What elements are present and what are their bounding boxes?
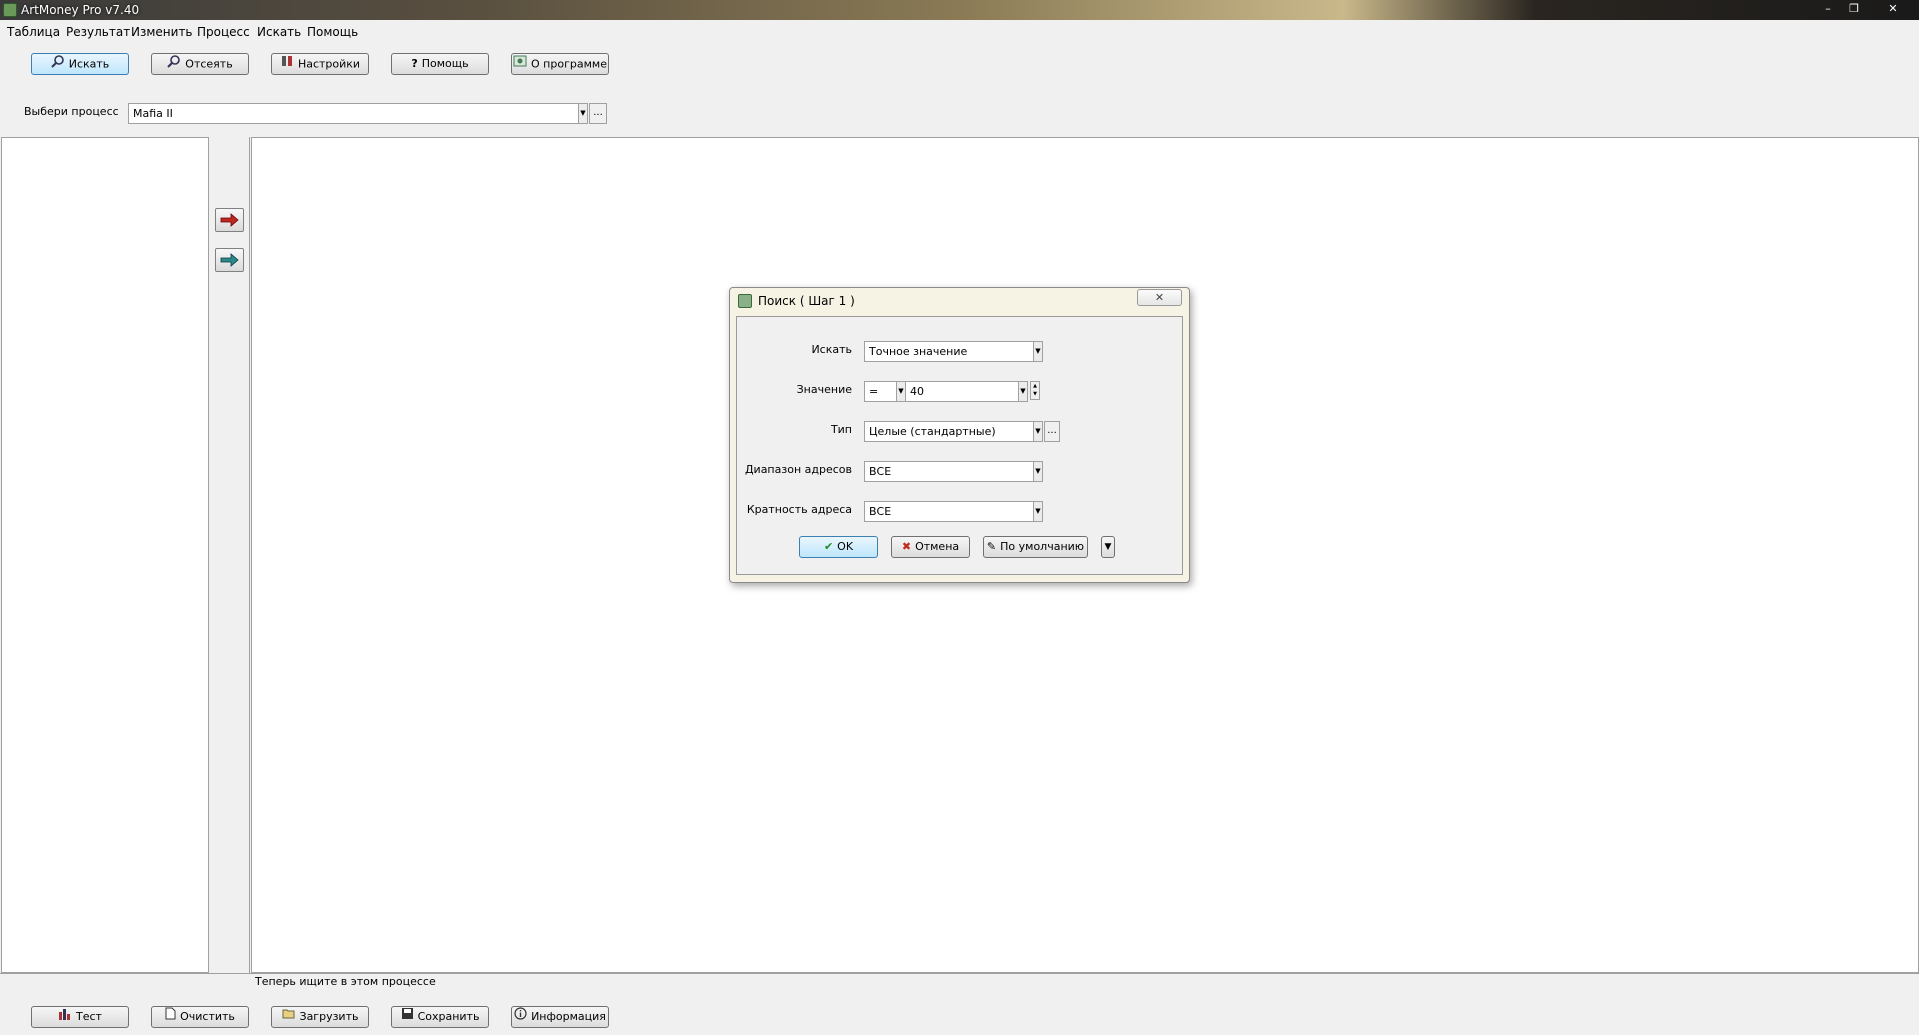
menu-search[interactable]: Искать — [257, 24, 301, 40]
red-arrow-right-icon — [220, 213, 239, 227]
menu-process[interactable]: Процесс — [197, 24, 250, 40]
value-label: Значение — [796, 383, 852, 396]
cancel-button-label: Отмена — [915, 540, 960, 553]
type-value: Целые (стандартные) — [869, 425, 996, 438]
address-range-select[interactable]: ВСЕ ▼ — [864, 461, 1043, 482]
move-right-button[interactable] — [215, 208, 244, 232]
type-select[interactable]: Целые (стандартные) ▼ — [864, 421, 1043, 442]
about-button-label: О программе — [531, 57, 607, 71]
filter-search-icon — [167, 54, 181, 75]
move-all-right-button[interactable] — [215, 248, 244, 272]
settings-button-label: Настройки — [297, 57, 361, 71]
help-button[interactable]: ? Помощь — [391, 53, 489, 75]
minimize-button[interactable]: – — [1817, 1, 1839, 17]
chart-icon — [58, 1007, 72, 1027]
chevron-down-icon: ▼ — [1104, 542, 1112, 552]
clear-button-label: Очистить — [180, 1010, 235, 1023]
menu-table[interactable]: Таблица — [7, 24, 60, 40]
dialog-app-icon — [738, 294, 752, 308]
chevron-down-icon: ▼ — [1033, 342, 1042, 361]
brush-icon: ✎ — [986, 540, 997, 553]
help-button-label: Помощь — [421, 57, 469, 70]
ok-button[interactable]: ✔ OK — [799, 536, 878, 558]
info-icon — [514, 1007, 527, 1027]
open-folder-icon — [282, 1007, 296, 1027]
chevron-down-icon: ▼ — [1033, 422, 1042, 441]
info-button[interactable]: Информация — [511, 1006, 609, 1028]
chevron-down-icon: ▼ — [1033, 502, 1042, 521]
address-range-label: Диапазон адресов — [744, 463, 852, 476]
cross-icon: ✖ — [901, 540, 912, 553]
floppy-disk-icon — [401, 1007, 414, 1027]
maximize-button[interactable]: ❐ — [1843, 1, 1865, 17]
search-mode-label: Искать — [811, 343, 852, 356]
about-icon — [513, 54, 527, 75]
load-button-label: Загрузить — [299, 1010, 359, 1023]
value-input[interactable]: 40 ▼ — [905, 381, 1028, 402]
address-list-panel[interactable] — [1, 137, 209, 973]
chevron-down-icon: ▼ — [896, 382, 905, 401]
about-button[interactable]: О программе — [511, 53, 609, 75]
chevron-down-icon: ▼ — [1018, 382, 1027, 401]
clear-button[interactable]: Очистить — [151, 1006, 249, 1028]
search-icon — [51, 54, 65, 75]
load-button[interactable]: Загрузить — [271, 1006, 369, 1028]
blank-page-icon — [165, 1007, 176, 1027]
address-alignment-select[interactable]: ВСЕ ▼ — [864, 501, 1043, 522]
value-spinner[interactable]: ▲ ▼ — [1030, 381, 1040, 400]
more-options-button[interactable]: ▼ — [1101, 536, 1115, 558]
settings-button[interactable]: Настройки — [271, 53, 369, 75]
close-window-button[interactable]: ✕ — [1882, 1, 1904, 17]
operator-value: = — [869, 385, 879, 398]
type-label: Тип — [830, 423, 852, 436]
question-icon: ? — [411, 57, 418, 70]
dialog-title: Поиск ( Шаг 1 ) — [758, 294, 855, 308]
search-button[interactable]: Искать — [31, 53, 129, 75]
title-bar — [0, 0, 1919, 20]
search-mode-select[interactable]: Точное значение ▼ — [864, 341, 1043, 362]
address-alignment-value: ВСЕ — [869, 505, 892, 518]
teal-arrow-right-icon — [220, 253, 239, 267]
default-button[interactable]: ✎ По умолчанию — [983, 536, 1088, 558]
chevron-down-icon: ▼ — [578, 104, 587, 123]
save-button[interactable]: Сохранить — [391, 1006, 489, 1028]
process-select[interactable]: Mafia II ▼ — [128, 103, 588, 124]
status-text: Теперь ищите в этом процессе — [255, 975, 436, 988]
operator-select[interactable]: = ▼ — [864, 381, 906, 402]
filter-button[interactable]: Отсеять — [151, 53, 249, 75]
chevron-down-icon: ▼ — [1033, 462, 1042, 481]
test-button-label: Тест — [76, 1010, 102, 1023]
menu-help[interactable]: Помощь — [307, 24, 358, 40]
search-button-label: Искать — [68, 57, 110, 71]
save-button-label: Сохранить — [417, 1010, 480, 1023]
process-label: Выбери процесс — [24, 105, 119, 118]
filter-button-label: Отсеять — [185, 57, 233, 71]
type-more-button[interactable]: ... — [1044, 421, 1060, 442]
ok-button-label: OK — [837, 540, 854, 553]
window-title: ArtMoney Pro v7.40 — [21, 3, 140, 17]
tools-icon — [280, 54, 294, 75]
address-alignment-label: Кратность адреса — [746, 503, 852, 516]
cancel-button[interactable]: ✖ Отмена — [891, 536, 970, 558]
process-browse-button[interactable]: ... — [589, 103, 607, 124]
value-input-text: 40 — [910, 385, 924, 398]
menu-edit[interactable]: Изменить — [131, 24, 193, 40]
info-button-label: Информация — [531, 1010, 606, 1023]
default-button-label: По умолчанию — [1000, 540, 1085, 553]
app-icon — [3, 3, 17, 17]
process-select-value: Mafia II — [133, 107, 173, 120]
test-button[interactable]: Тест — [31, 1006, 129, 1028]
dialog-close-button[interactable]: ✕ — [1137, 289, 1182, 306]
address-range-value: ВСЕ — [869, 465, 892, 478]
checkmark-icon: ✔ — [823, 540, 834, 553]
search-mode-value: Точное значение — [869, 345, 968, 358]
menu-result[interactable]: Результат — [66, 24, 130, 40]
